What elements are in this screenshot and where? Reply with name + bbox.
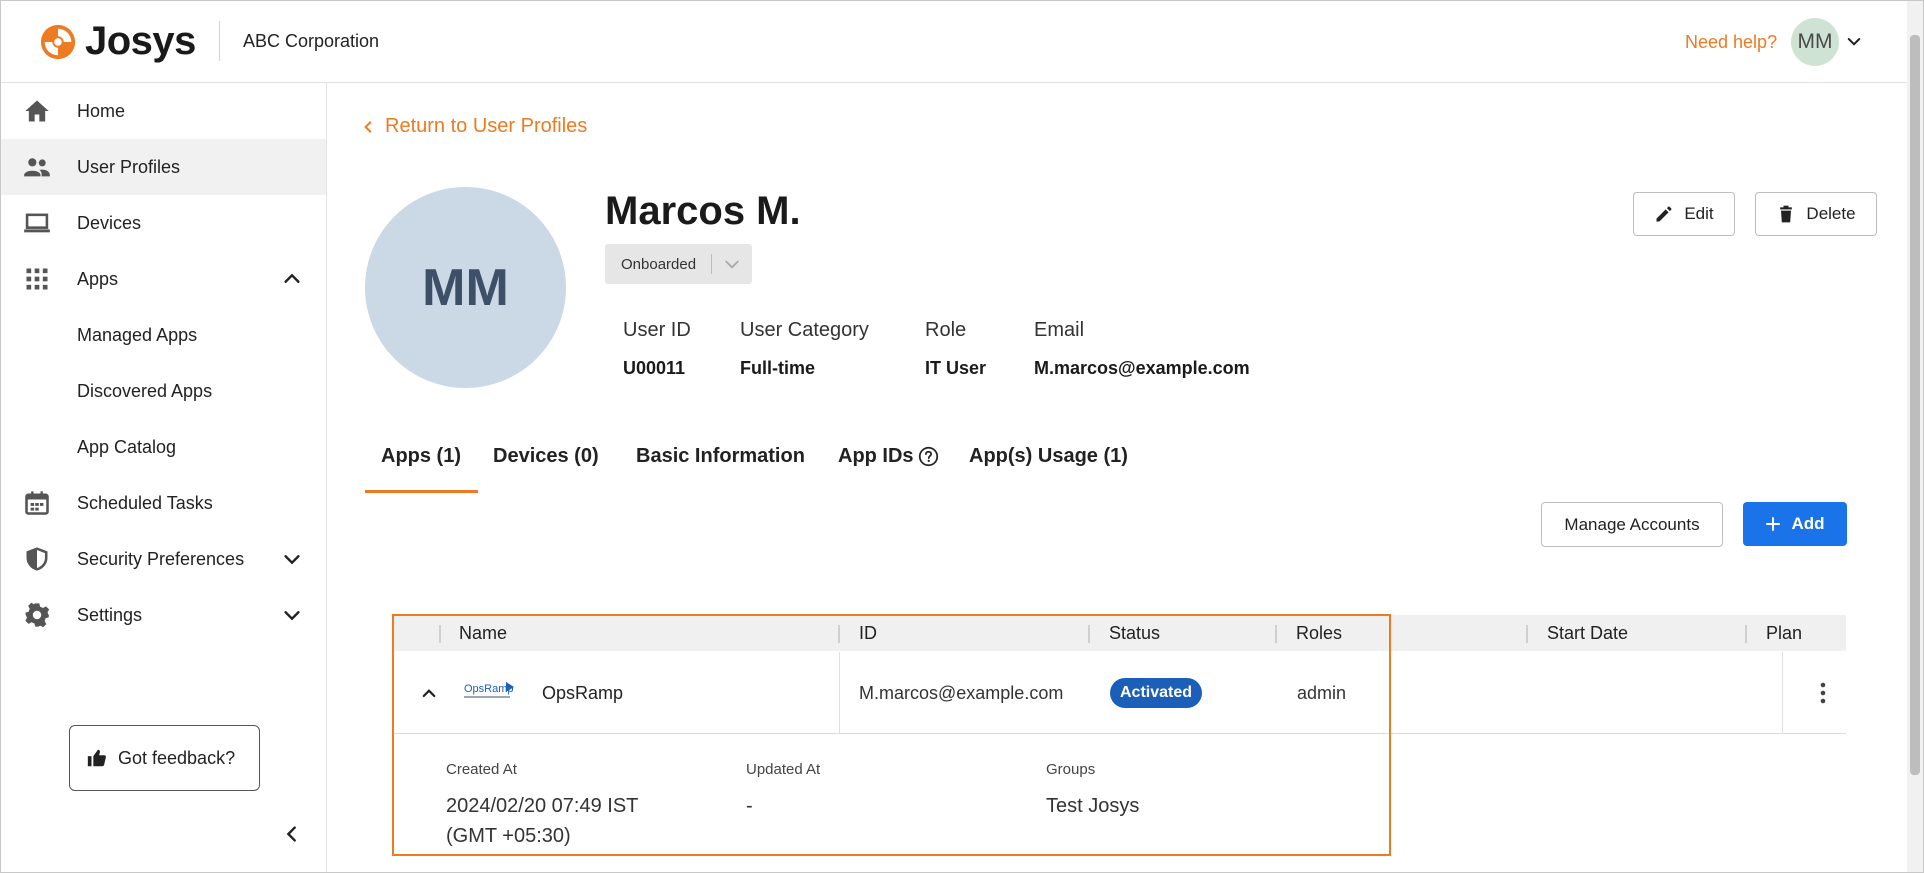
- tab-label: App(s) Usage (1): [969, 445, 1128, 467]
- chevron-up-icon[interactable]: [281, 268, 303, 290]
- scrollbar[interactable]: [1907, 1, 1923, 872]
- pencil-icon: [1656, 206, 1672, 222]
- sidebar-item-user-profiles[interactable]: User Profiles: [1, 139, 326, 195]
- chevron-down-icon[interactable]: [281, 548, 303, 570]
- user-category-label: User Category: [740, 319, 869, 341]
- chevron-left-icon: [364, 120, 372, 133]
- sidebar-item-app-catalog[interactable]: App Catalog: [1, 419, 326, 475]
- user-name: Marcos M.: [605, 189, 801, 233]
- sidebar-item-devices[interactable]: Devices: [1, 195, 326, 251]
- add-button[interactable]: Add: [1743, 502, 1847, 546]
- return-to-user-profiles-link[interactable]: Return to User Profiles: [361, 115, 587, 138]
- scroll-thumb[interactable]: [1910, 35, 1920, 775]
- tab-basic-information[interactable]: Basic Information: [636, 445, 805, 468]
- calendar-icon: [25, 491, 49, 515]
- sidebar-item-security-preferences[interactable]: Security Preferences: [1, 531, 326, 587]
- user-category-value: Full-time: [740, 358, 815, 378]
- tab-app-usage[interactable]: App(s) Usage (1): [969, 445, 1128, 468]
- tab-label: Basic Information: [636, 445, 805, 467]
- chevron-down-icon[interactable]: [281, 604, 303, 626]
- tab-apps[interactable]: Apps (1): [381, 445, 461, 468]
- status-dropdown[interactable]: Onboarded: [605, 244, 752, 284]
- help-circle-icon[interactable]: [918, 446, 939, 467]
- delete-button[interactable]: Delete: [1755, 192, 1877, 236]
- column-separator[interactable]: [1745, 625, 1747, 643]
- profile-avatar: MM: [365, 187, 566, 388]
- plus-icon: [1766, 517, 1781, 531]
- feedback-label: Got feedback?: [118, 747, 236, 768]
- sidebar-item-label: App Catalog: [77, 436, 177, 457]
- organization-name: ABC Corporation: [243, 31, 380, 51]
- sidebar-item-scheduled-tasks[interactable]: Scheduled Tasks: [1, 475, 326, 531]
- josys-logo-icon: [40, 24, 76, 59]
- sidebar-item-apps[interactable]: Apps: [1, 251, 326, 307]
- manage-accounts-label: Manage Accounts: [1564, 514, 1700, 534]
- user-id-label: User ID: [623, 319, 691, 341]
- chevron-down-icon[interactable]: [1845, 33, 1863, 51]
- tab-app-ids[interactable]: App IDs: [838, 445, 939, 468]
- more-options-icon[interactable]: [1811, 680, 1835, 706]
- column-header-start-date[interactable]: Start Date: [1547, 623, 1628, 644]
- trash-icon: [1780, 205, 1793, 223]
- user-id-value: U00011: [623, 358, 686, 378]
- sidebar-item-label: Devices: [77, 212, 142, 233]
- column-header-plan[interactable]: Plan: [1766, 623, 1802, 644]
- grid-icon: [26, 268, 48, 290]
- sidebar-item-label: User Profiles: [77, 156, 181, 177]
- sidebar-item-label: Settings: [77, 604, 143, 625]
- delete-button-label: Delete: [1806, 204, 1856, 223]
- sidebar-item-label: Home: [77, 100, 126, 121]
- dropdown-separator: [711, 254, 712, 274]
- email-value: M.marcos@example.com: [1034, 358, 1250, 378]
- logo-text: Josys: [85, 19, 196, 63]
- josys-logo[interactable]: Josys: [39, 19, 196, 64]
- highlight-box: [392, 614, 1391, 856]
- shield-icon: [26, 547, 48, 571]
- tab-label: Devices (0): [493, 445, 599, 467]
- manage-accounts-button[interactable]: Manage Accounts: [1541, 502, 1723, 547]
- column-separator[interactable]: [1526, 625, 1528, 643]
- sidebar-item-settings[interactable]: Settings: [1, 587, 326, 643]
- sidebar-item-label: Scheduled Tasks: [77, 492, 213, 513]
- need-help-link[interactable]: Need help?: [1685, 32, 1777, 53]
- laptop-icon: [24, 213, 50, 233]
- tab-label: Apps (1): [381, 445, 461, 467]
- email-label: Email: [1034, 319, 1085, 341]
- thumbs-up-icon: [87, 749, 106, 767]
- edit-button-label: Edit: [1684, 204, 1714, 223]
- sidebar-item-label: Discovered Apps: [77, 380, 213, 401]
- collapse-sidebar-icon[interactable]: [281, 823, 303, 845]
- sidebar-item-discovered-apps[interactable]: Discovered Apps: [1, 363, 326, 419]
- active-tab-indicator: [365, 490, 478, 493]
- back-link-label: Return to User Profiles: [385, 115, 588, 137]
- sidebar-item-label: Apps: [77, 268, 119, 289]
- role-value: IT User: [925, 358, 987, 378]
- sidebar-item-managed-apps[interactable]: Managed Apps: [1, 307, 326, 363]
- gear-icon: [25, 602, 50, 628]
- edit-button[interactable]: Edit: [1633, 192, 1735, 236]
- sidebar: Home User Profiles Devices Apps Managed …: [1, 83, 327, 872]
- sidebar-item-home[interactable]: Home: [1, 83, 326, 139]
- user-avatar[interactable]: MM: [1791, 18, 1839, 66]
- sidebar-item-label: Security Preferences: [77, 548, 245, 569]
- top-header: Josys ABC Corporation Need help? MM: [1, 1, 1907, 83]
- home-icon: [25, 100, 49, 122]
- tab-devices[interactable]: Devices (0): [493, 445, 599, 468]
- add-button-label: Add: [1791, 514, 1825, 533]
- sidebar-item-label: Managed Apps: [77, 324, 198, 345]
- header-divider: [219, 21, 220, 61]
- people-icon: [24, 158, 50, 177]
- column-separator: [1782, 652, 1783, 734]
- tab-label: App IDs: [838, 445, 914, 467]
- status-dropdown-label: Onboarded: [621, 255, 697, 273]
- role-label: Role: [925, 319, 967, 341]
- feedback-button[interactable]: Got feedback?: [69, 725, 260, 791]
- chevron-down-icon: [725, 260, 739, 269]
